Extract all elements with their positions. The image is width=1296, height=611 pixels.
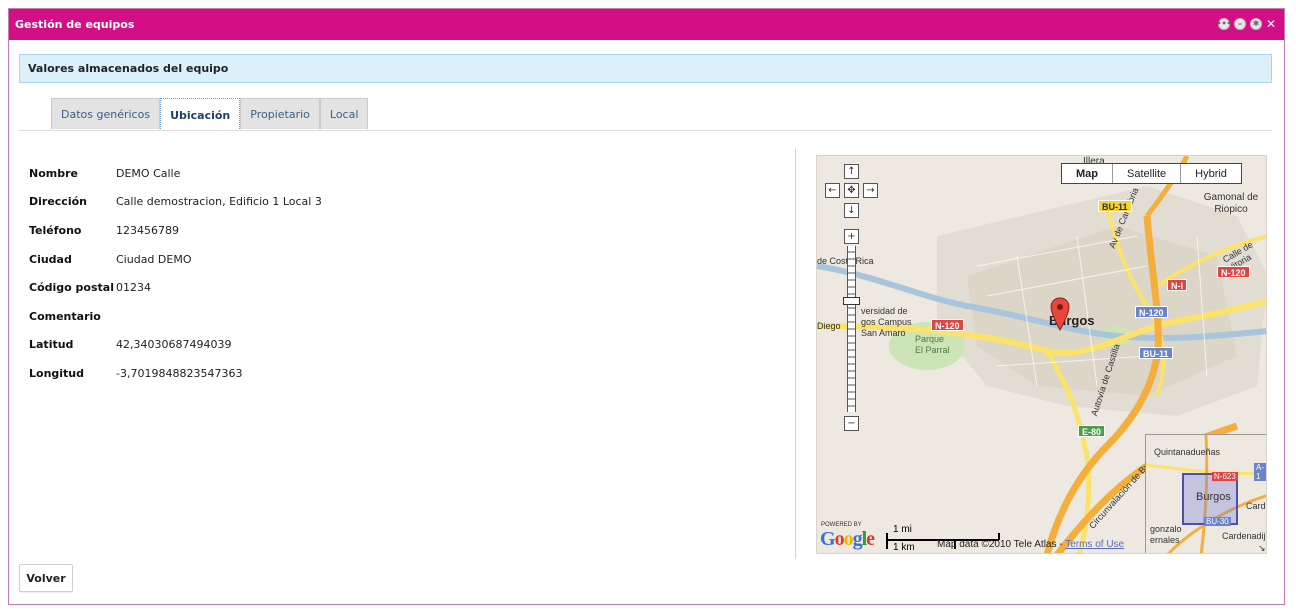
overview-label-gonzalo-1: gonzalo <box>1150 524 1182 534</box>
details-list: Nombre DEMO Calle Dirección Calle demost… <box>29 159 322 388</box>
map-label-costa-rica: de Costa Rica <box>817 256 874 266</box>
overview-road-bu30: BU-30 <box>1204 517 1231 526</box>
scale-mi: 1 mi <box>893 524 912 535</box>
zoom-slider-handle[interactable] <box>843 297 860 305</box>
field-value: Calle demostracion, Edificio 1 Local 3 <box>116 195 322 209</box>
field-row-direccion: Dirección Calle demostracion, Edificio 1… <box>29 188 322 217</box>
overview-label-quintana: Quintanadueñas <box>1154 447 1221 457</box>
field-row-codigo-postal: Código postal 01234 <box>29 273 322 302</box>
pan-left-icon[interactable]: ← <box>825 183 840 198</box>
field-row-comentario: Comentario <box>29 302 322 331</box>
settings-icon[interactable]: ✱ <box>1250 18 1262 30</box>
field-value: 42,34030687494039 <box>116 338 232 352</box>
field-value: Ciudad DEMO <box>116 252 192 266</box>
tab-datos-genericos[interactable]: Datos genéricos <box>51 98 161 129</box>
road-sign-e80: E-80 <box>1078 425 1106 437</box>
section-title: Valores almacenados del equipo <box>28 62 229 75</box>
field-label: Nombre <box>29 166 78 180</box>
zoom-ticks <box>848 251 855 407</box>
panel-divider <box>795 149 796 559</box>
road-sign-bu11-right: BU-11 <box>1139 347 1173 359</box>
zoom-in-icon[interactable]: + <box>844 229 859 244</box>
field-label: Ciudad <box>29 252 72 266</box>
close-icon[interactable]: ✕ <box>1266 18 1276 30</box>
field-label: Dirección <box>29 195 87 209</box>
map-label-diego: Diego <box>817 321 841 331</box>
minimize-icon[interactable]: – <box>1234 18 1246 30</box>
map-type-control: Map Satellite Hybrid <box>1061 163 1242 184</box>
location-marker-icon[interactable] <box>1050 297 1070 331</box>
map-label-universidad-1: versidad de <box>861 306 908 316</box>
map-label-universidad-2: gos Campus <box>861 317 912 327</box>
overview-label-gonzalo-2: ernales <box>1150 535 1180 545</box>
overview-map[interactable]: Quintanadueñas Burgos N-623 BU-30 A-1 Ca… <box>1145 434 1267 553</box>
field-row-longitud: Longitud -3,7019848823547363 <box>29 359 322 388</box>
field-label: Teléfono <box>29 223 82 237</box>
overview-label-carde: Carde <box>1246 501 1266 511</box>
map-attribution: Map data ©2010 Tele Atlas - Terms of Use <box>937 539 1124 550</box>
overview-label-city: Burgos <box>1196 491 1231 503</box>
zoom-out-icon[interactable]: − <box>844 416 859 431</box>
pan-right-icon[interactable]: → <box>863 183 878 198</box>
pan-center-icon[interactable]: ✥ <box>844 183 859 198</box>
app-window: Gestión de equipos ••• – ✱ ✕ Valores alm… <box>8 8 1285 605</box>
map-type-map-button[interactable]: Map <box>1062 164 1112 183</box>
google-logo[interactable]: Google <box>820 528 875 551</box>
map-label-universidad-3: San Amaro <box>861 328 906 338</box>
zoom-slider-track[interactable] <box>847 246 856 412</box>
section-header: Valores almacenados del equipo <box>19 54 1272 83</box>
map-label-gamonal: Gamonal de Riopico <box>1203 192 1259 215</box>
back-button[interactable]: Volver <box>19 564 73 592</box>
map-type-hybrid-button[interactable]: Hybrid <box>1180 164 1241 183</box>
tabs-divider <box>19 130 1272 131</box>
overview-road-n623: N-623 <box>1212 472 1238 481</box>
field-row-ciudad: Ciudad Ciudad DEMO <box>29 245 322 274</box>
field-value: 01234 <box>116 281 151 295</box>
field-label: Comentario <box>29 309 101 323</box>
map-pan-control: ↑ ← ✥ → ↓ <box>825 164 879 224</box>
window-title: Gestión de equipos <box>15 18 135 31</box>
window-titlebar: Gestión de equipos ••• – ✱ ✕ <box>9 9 1284 40</box>
pan-up-icon[interactable]: ↑ <box>844 164 859 179</box>
scale-km: 1 km <box>893 542 915 553</box>
road-sign-n120-left: N-120 <box>931 319 964 331</box>
overview-resize-icon[interactable]: ↘ <box>1258 543 1266 553</box>
field-row-latitud: Latitud 42,34030687494039 <box>29 331 322 360</box>
tab-bar: Datos genéricos Ubicación Propietario Lo… <box>51 98 369 131</box>
tab-local[interactable]: Local <box>319 98 369 129</box>
field-label: Longitud <box>29 366 85 380</box>
tab-propietario[interactable]: Propietario <box>240 98 320 129</box>
field-row-telefono: Teléfono 123456789 <box>29 216 322 245</box>
field-value: 123456789 <box>116 223 179 237</box>
map-label-parque-2: El Parral <box>915 345 950 355</box>
terms-of-use-link[interactable]: Terms of Use <box>1065 539 1124 550</box>
field-label: Código postal <box>29 281 114 295</box>
field-value: DEMO Calle <box>116 166 181 180</box>
road-sign-n120-center: N-120 <box>1135 306 1168 318</box>
more-options-icon[interactable]: ••• <box>1216 18 1232 30</box>
map-label-parque-1: Parque <box>915 334 945 344</box>
overview-label-cardenadijo: Cardenadijo <box>1222 531 1267 541</box>
tab-ubicacion[interactable]: Ubicación <box>160 98 241 131</box>
overview-road-a1: A-1 <box>1254 463 1266 481</box>
pan-down-icon[interactable]: ↓ <box>844 203 859 218</box>
window-controls: ••• – ✱ ✕ <box>1216 18 1276 30</box>
field-row-nombre: Nombre DEMO Calle <box>29 159 322 188</box>
road-sign-ni: N-I <box>1167 279 1187 291</box>
attribution-text: Map data ©2010 Tele Atlas - <box>937 539 1066 550</box>
map-type-satellite-button[interactable]: Satellite <box>1112 164 1180 183</box>
field-label: Latitud <box>29 338 74 352</box>
road-sign-bu11-top: BU-11 <box>1098 200 1132 212</box>
field-value: -3,7019848823547363 <box>116 366 243 380</box>
road-sign-n120-right: N-120 <box>1217 266 1250 278</box>
location-map[interactable]: Illera Gamonal de Riopico de Costa Rica … <box>816 155 1267 554</box>
